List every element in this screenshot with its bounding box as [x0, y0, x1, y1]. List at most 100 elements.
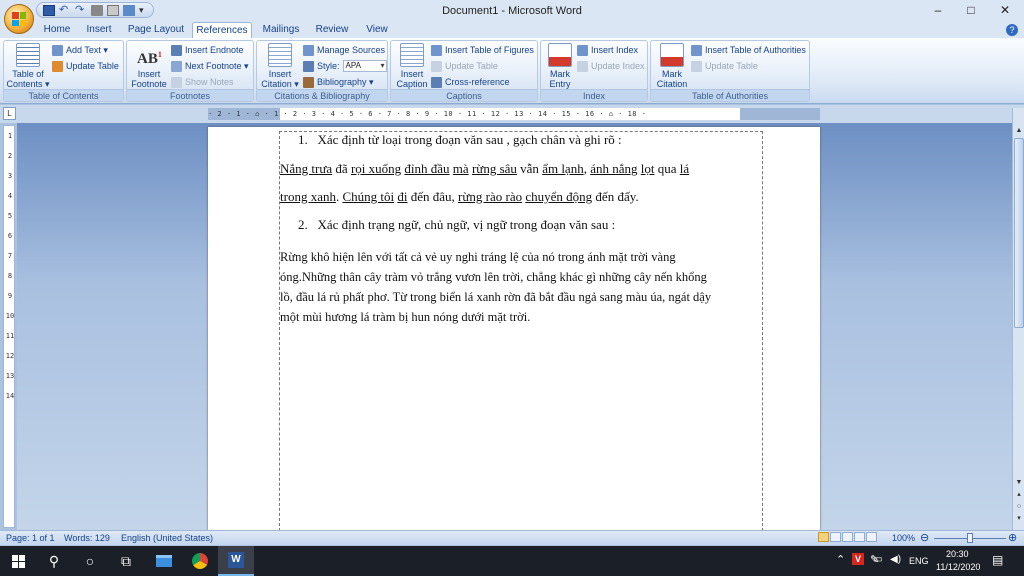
table-of-contents-button[interactable]: Table of Contents ▾: [6, 43, 50, 89]
group-label-citations: Citations & Bibliography: [257, 89, 387, 101]
paragraph-2-line-2: óng.Những thân cây tràm vỏ trắng vươn lê…: [280, 270, 707, 284]
zoom-level[interactable]: 100%: [892, 533, 915, 543]
underlined-word: rừng rào rào: [458, 189, 523, 204]
vertical-scrollbar[interactable]: ▲ ▼ ▴ ○ ▾: [1012, 108, 1024, 530]
tab-page-layout[interactable]: Page Layout: [126, 22, 186, 38]
style-dropdown[interactable]: APA: [342, 60, 387, 72]
language-status[interactable]: English (United States): [121, 533, 213, 543]
tab-home[interactable]: Home: [38, 22, 76, 38]
document-page[interactable]: 1. Xác định từ loại trong đoạn văn sau ,…: [208, 127, 820, 537]
zoom-out-icon[interactable]: ⊖: [920, 531, 929, 544]
volume-icon[interactable]: ◀): [890, 554, 901, 565]
scroll-thumb[interactable]: [1014, 138, 1024, 328]
update-index-button[interactable]: Update Index: [577, 59, 645, 73]
tab-mailings[interactable]: Mailings: [258, 22, 304, 38]
update-table-toc-button[interactable]: Update Table: [52, 59, 119, 73]
add-text-button[interactable]: Add Text ▾: [52, 43, 108, 57]
web-layout-icon[interactable]: [842, 532, 853, 542]
underlined-word: Chúng tôi: [342, 189, 395, 204]
scroll-up-icon[interactable]: ▲: [1013, 126, 1024, 136]
start-button[interactable]: [0, 546, 36, 576]
document-workspace: 1. Xác định từ loại trong đoạn văn sau ,…: [17, 123, 1012, 537]
notifications-icon[interactable]: ▤: [992, 553, 1003, 567]
mark-citation-button[interactable]: Mark Citation: [653, 43, 691, 89]
previous-page-icon[interactable]: ▴: [1013, 490, 1024, 500]
underlined-word: ánh nắng: [590, 161, 638, 176]
tab-review[interactable]: Review: [310, 22, 354, 38]
tab-view[interactable]: View: [360, 22, 394, 38]
style-selector[interactable]: Style: APA: [303, 59, 387, 73]
underlined-word: chuyển động: [525, 189, 593, 204]
maximize-button[interactable]: □: [957, 2, 985, 18]
paragraph-2-line-4: một mùi hương lá tràm bị hun nóng dưới m…: [280, 310, 531, 324]
vertical-ruler[interactable]: 1 2 3 4 5 6 7 8 9 10 11 12 13 14: [3, 125, 15, 528]
next-footnote-button[interactable]: Next Footnote ▾: [171, 59, 249, 73]
cross-reference-button[interactable]: Cross-reference: [431, 75, 510, 89]
tray-overflow-icon[interactable]: ⌃: [836, 553, 845, 566]
insert-citation-button[interactable]: Insert Citation ▾: [259, 43, 301, 89]
zoom-slider-thumb[interactable]: [967, 533, 973, 543]
next-footnote-icon: [171, 60, 182, 72]
windows-icon: [11, 554, 25, 568]
style-icon: [303, 60, 314, 72]
draft-icon[interactable]: [866, 532, 877, 542]
endnote-icon: [171, 44, 182, 56]
manage-sources-button[interactable]: Manage Sources: [303, 43, 385, 57]
chrome-icon[interactable]: [182, 546, 218, 576]
network-icon[interactable]: ▭: [873, 554, 882, 565]
insert-table-of-figures-button[interactable]: Insert Table of Figures: [431, 43, 534, 57]
bibliography-button[interactable]: Bibliography ▾: [303, 75, 374, 89]
outline-icon[interactable]: [854, 532, 865, 542]
windows-taskbar: ⚲ ○ ⧉ W ⌃ V ✎ ▭ ◀) ENG 20:30 11/12/2020 …: [0, 546, 1024, 576]
scroll-down-icon[interactable]: ▼: [1013, 478, 1024, 488]
office-button[interactable]: [4, 4, 34, 34]
next-page-icon[interactable]: ▾: [1013, 514, 1024, 524]
underlined-word: lọt: [640, 161, 655, 176]
cross-reference-icon: [431, 76, 442, 88]
show-notes-button[interactable]: Show Notes: [171, 75, 234, 89]
bibliography-icon: [303, 76, 314, 88]
antivirus-icon[interactable]: V: [852, 553, 864, 565]
insert-endnote-button[interactable]: Insert Endnote: [171, 43, 244, 57]
full-screen-reading-icon[interactable]: [830, 532, 841, 542]
clock-date[interactable]: 11/12/2020: [936, 562, 980, 572]
tab-references[interactable]: References: [192, 22, 252, 39]
underlined-word: đi: [397, 189, 408, 204]
input-language[interactable]: ENG: [909, 556, 929, 566]
word-count[interactable]: Words: 129: [64, 533, 110, 543]
update-table-captions-button[interactable]: Update Table: [431, 59, 498, 73]
explorer-icon[interactable]: [146, 546, 182, 576]
horizontal-ruler[interactable]: · 2 · 1 · ⌂ · 1 · 2 · 3 · 4 · 5 · 6 · 7 …: [208, 108, 820, 120]
ruler-bar: L · 2 · 1 · ⌂ · 1 · 2 · 3 · 4 · 5 · 6 · …: [0, 105, 1024, 123]
search-icon[interactable]: ⚲: [36, 546, 72, 576]
minimize-button[interactable]: –: [924, 2, 952, 18]
insert-toa-button[interactable]: Insert Table of Authorities: [691, 43, 806, 57]
insert-toa-icon: [691, 44, 702, 56]
help-icon[interactable]: ?: [1006, 24, 1018, 36]
select-browse-object-icon[interactable]: ○: [1013, 502, 1024, 512]
status-bar: Page: 1 of 1 Words: 129 English (United …: [0, 530, 1024, 545]
table-of-figures-icon: [431, 44, 442, 56]
update-table-toa-button[interactable]: Update Table: [691, 59, 758, 73]
insert-footnote-button[interactable]: AB1 Insert Footnote: [129, 43, 169, 89]
paragraph-2-line-1: Rừng khô hiện lên với tất cả vẻ uy nghi …: [280, 250, 676, 264]
insert-caption-button[interactable]: Insert Caption: [393, 43, 431, 89]
close-button[interactable]: ✕: [991, 2, 1019, 18]
print-layout-icon[interactable]: [818, 532, 829, 542]
update-table-icon: [52, 60, 63, 72]
word-taskbar-icon[interactable]: W: [218, 546, 254, 576]
insert-index-button[interactable]: Insert Index: [577, 43, 638, 57]
mark-entry-button[interactable]: Mark Entry: [543, 43, 577, 89]
underlined-word: lá: [679, 161, 690, 176]
page-count[interactable]: Page: 1 of 1: [6, 533, 55, 543]
tab-insert[interactable]: Insert: [80, 22, 118, 38]
zoom-in-icon[interactable]: ⊕: [1008, 531, 1017, 544]
underlined-word: mà: [452, 161, 469, 176]
text-box[interactable]: 1. Xác định từ loại trong đoạn văn sau ,…: [279, 131, 763, 531]
manage-sources-icon: [303, 44, 314, 56]
cortana-icon[interactable]: ○: [72, 546, 108, 576]
clock-time[interactable]: 20:30: [946, 549, 969, 559]
task-view-icon[interactable]: ⧉: [108, 546, 144, 576]
show-notes-icon: [171, 76, 182, 88]
tab-selector-button[interactable]: L: [3, 107, 16, 120]
